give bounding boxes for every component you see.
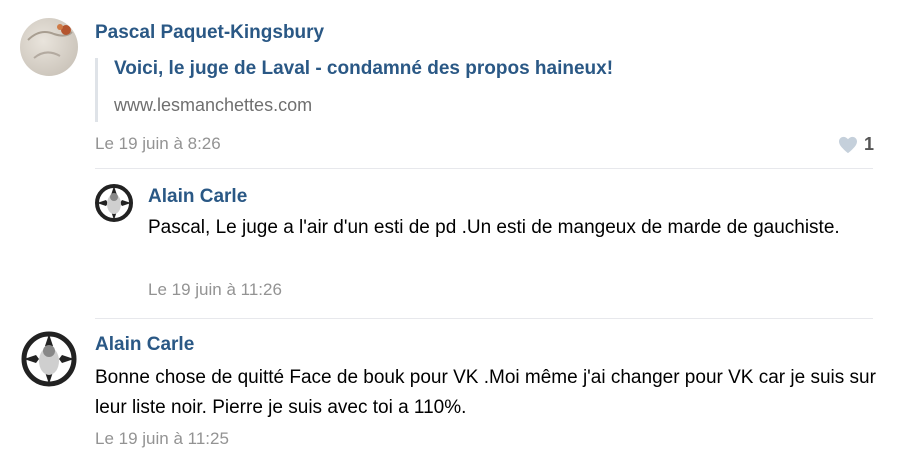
comment-author[interactable]: Alain Carle [148, 186, 247, 208]
like-count: 1 [864, 134, 875, 154]
comment-text: Pascal, Le juge a l'air d'un esti de pd … [148, 217, 840, 238]
avatar[interactable] [94, 183, 134, 223]
divider [95, 318, 873, 319]
comment-date[interactable]: Le 19 juin à 11:26 [148, 280, 282, 300]
comment-date[interactable]: Le 19 juin à 11:25 [95, 429, 229, 449]
comment-text: Bonne chose de quitté Face de bouk pour … [95, 367, 876, 418]
comment-author[interactable]: Pascal Paquet-Kingsbury [95, 22, 324, 44]
link-domain: www.lesmanchettes.com [114, 95, 313, 115]
like-button[interactable]: 1 [838, 134, 874, 155]
link-title[interactable]: Voici, le juge de Laval - condamné des p… [114, 58, 613, 80]
link-attachment[interactable]: Voici, le juge de Laval - condamné des p… [95, 58, 613, 122]
avatar[interactable] [20, 18, 78, 76]
comment-date[interactable]: Le 19 juin à 8:26 [95, 134, 221, 154]
divider [95, 168, 873, 169]
comment-author[interactable]: Alain Carle [95, 334, 194, 356]
avatar[interactable] [20, 330, 78, 388]
heart-icon [839, 136, 857, 153]
